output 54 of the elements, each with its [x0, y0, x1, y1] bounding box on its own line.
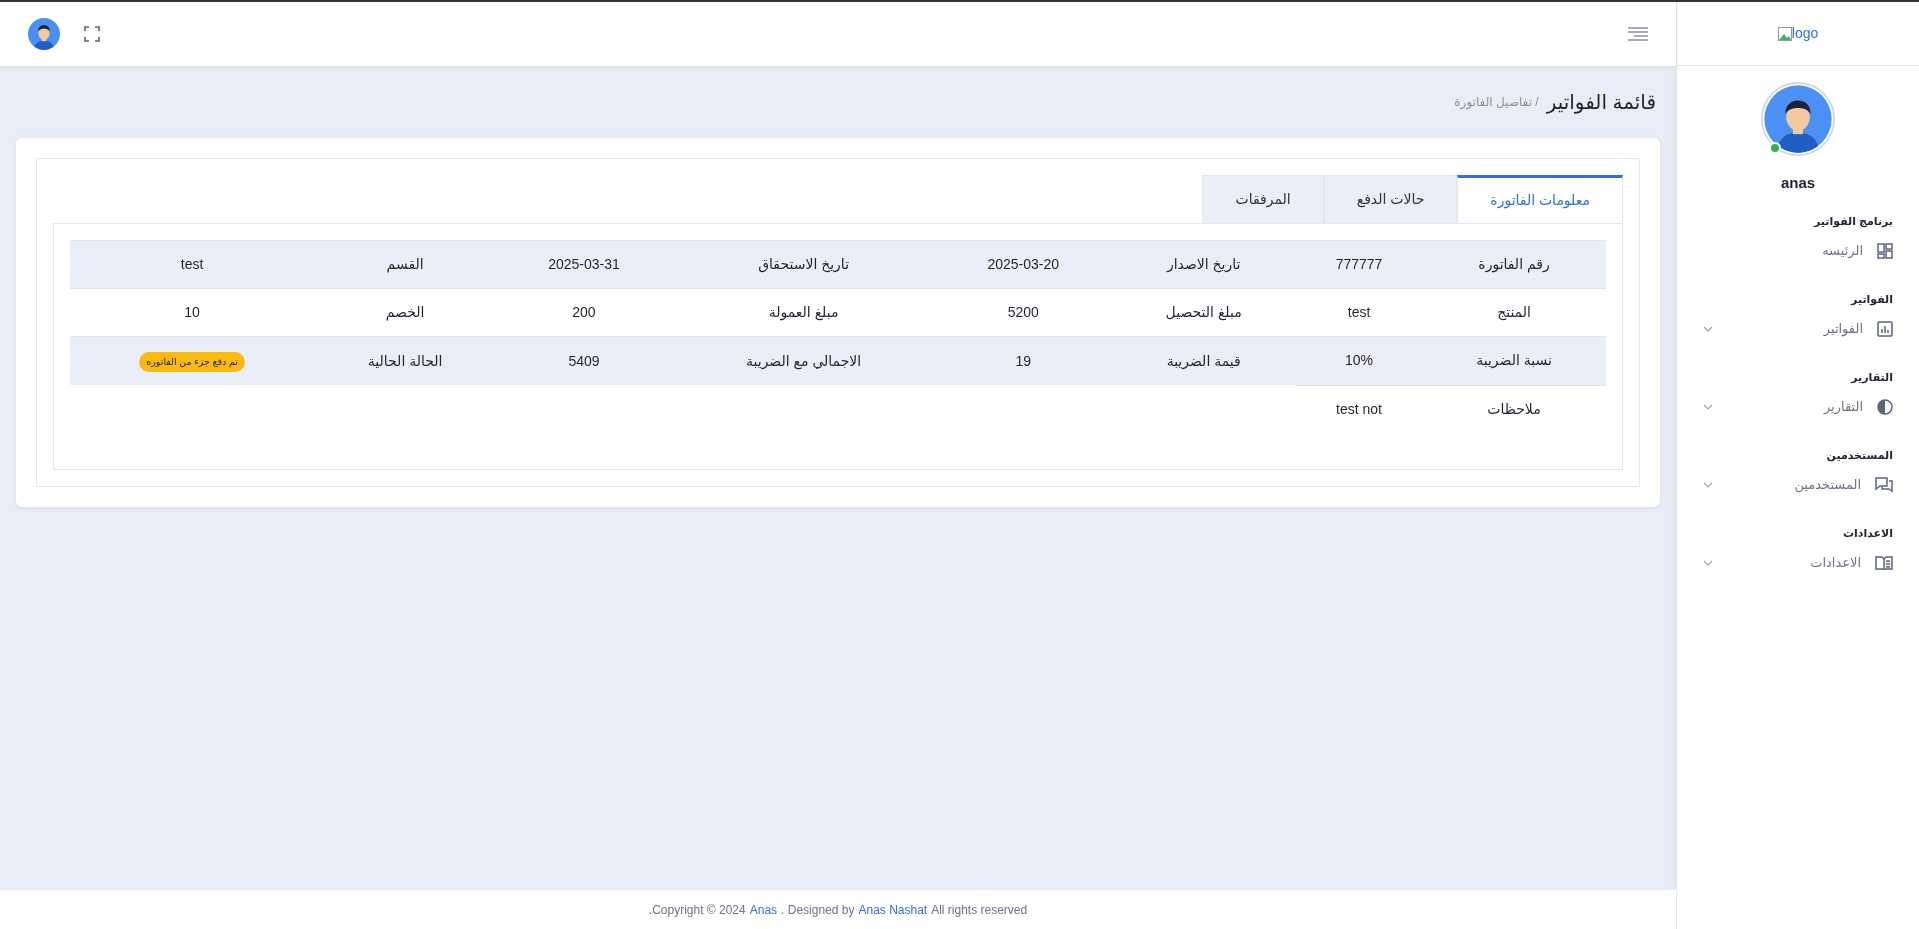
section-heading: المستخدمين — [1825, 447, 1894, 463]
footer-text: . Designed by — [781, 901, 855, 919]
bar-chart-icon — [1877, 320, 1893, 337]
sidebar-item[interactable]: الرئيسه — [1677, 229, 1919, 273]
sidebar-item[interactable]: المستخدمين — [1677, 463, 1919, 507]
online-dot — [1769, 142, 1781, 154]
field-label: نسبة الضريبة — [1422, 336, 1606, 386]
user-name: anas — [1780, 173, 1816, 193]
tab[interactable]: حالات الدفع — [1323, 175, 1458, 223]
chevron-down-icon — [1703, 481, 1713, 488]
section-heading: الاعدادات — [1841, 525, 1894, 541]
menu-icon[interactable] — [1628, 27, 1648, 41]
footer-link[interactable]: Anas Nashat — [858, 900, 928, 919]
tab[interactable]: معلومات الفاتورة — [1457, 175, 1623, 223]
field-value: 10% — [1296, 336, 1422, 386]
status-badge: تم دفع جزء من الفاتوره — [139, 352, 245, 373]
dashboard-icon — [1877, 242, 1893, 259]
field-label: الاجمالي مع الضريبة — [671, 336, 936, 386]
field-label: قيمة الضريبة — [1111, 336, 1297, 386]
section-heading: الفواتير — [1849, 291, 1894, 307]
sidebar-item[interactable]: الفواتير — [1677, 307, 1919, 351]
field-value: 5409 — [496, 336, 672, 386]
sidebar-item[interactable]: التقارير — [1677, 385, 1919, 429]
field-label: تاريخ الاصدار — [1111, 240, 1297, 289]
field-label: تاريخ الاستحقاق — [671, 240, 936, 289]
field-value: 19 — [935, 336, 1112, 386]
field-label: ملاحظات — [1422, 385, 1606, 433]
chevron-down-icon — [1703, 403, 1713, 410]
half-circle-icon — [1877, 398, 1893, 415]
fullscreen-icon[interactable] — [84, 26, 100, 42]
sidebar-item[interactable]: الاعدادات — [1677, 541, 1919, 585]
footer-text: .Copyright © 2024 — [648, 901, 746, 919]
field-value: 777777 — [1296, 240, 1422, 289]
field-value: test not — [1296, 385, 1422, 433]
footer-text: All rights reserved — [931, 901, 1028, 919]
section-heading: برنامج الفواتير — [1812, 213, 1894, 229]
chat-icon — [1875, 476, 1893, 493]
chevron-down-icon — [1703, 559, 1713, 566]
user-avatar — [28, 18, 60, 50]
field-value: test — [70, 240, 315, 289]
field-label: رقم الفاتورة — [1422, 240, 1606, 289]
section-heading: التقارير — [1849, 369, 1894, 385]
footer-link[interactable]: Anas — [749, 900, 778, 919]
field-label: القسم — [314, 240, 496, 289]
broken-image-icon — [1777, 26, 1792, 41]
chevron-down-icon — [1703, 325, 1713, 332]
book-icon — [1875, 555, 1893, 570]
tab[interactable]: المرفقات — [1202, 175, 1324, 223]
breadcrumb-text: / تفاصيل الفاتورة — [1454, 94, 1539, 111]
logo-link[interactable]: logo — [1777, 23, 1819, 44]
field-value: 2025-03-20 — [935, 240, 1112, 289]
field-value: 2025-03-31 — [496, 240, 672, 289]
field-label: الحالة الحالية — [314, 336, 496, 386]
page-title: قائمة الفواتير — [1546, 90, 1656, 114]
